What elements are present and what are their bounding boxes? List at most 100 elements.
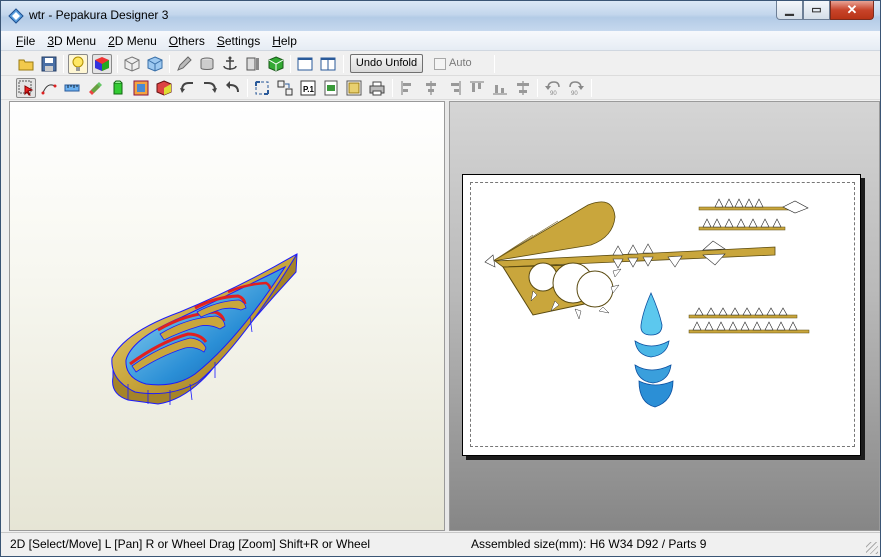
pencil-icon bbox=[177, 56, 192, 71]
dual-pane-icon bbox=[320, 57, 336, 71]
edit-tool-button[interactable] bbox=[174, 54, 194, 74]
white-cube-icon bbox=[124, 56, 140, 72]
auto-checkbox[interactable] bbox=[434, 58, 446, 70]
anchor-button[interactable] bbox=[220, 54, 240, 74]
save-button[interactable] bbox=[39, 54, 59, 74]
align-left-icon bbox=[401, 81, 411, 95]
unfold-button[interactable] bbox=[266, 54, 286, 74]
3d-view-pane[interactable] bbox=[9, 101, 445, 531]
lighting-toggle[interactable] bbox=[68, 54, 88, 74]
single-pane-icon bbox=[297, 57, 313, 71]
pattern-piece-fan[interactable] bbox=[492, 201, 616, 262]
select-move-icon bbox=[18, 80, 34, 96]
paint-button[interactable] bbox=[85, 78, 105, 98]
cylinder-button[interactable] bbox=[197, 54, 217, 74]
blue-cube-icon bbox=[147, 56, 163, 72]
distribute-vertical-button[interactable] bbox=[513, 78, 533, 98]
rotate-90-right-button[interactable]: 90 bbox=[566, 78, 586, 98]
curve-edit-button[interactable] bbox=[39, 78, 59, 98]
single-view-button[interactable] bbox=[295, 54, 315, 74]
close-icon: ✕ bbox=[846, 2, 858, 17]
pattern-water-pieces[interactable] bbox=[634, 292, 674, 408]
page-number-button[interactable]: P.1 bbox=[298, 78, 318, 98]
flap-button[interactable] bbox=[108, 78, 128, 98]
page-number-text: P.1 bbox=[303, 85, 315, 94]
menu-file[interactable]: File bbox=[10, 31, 41, 51]
rotate-90-right-icon: 90 bbox=[569, 81, 584, 96]
align-center-icon bbox=[426, 81, 436, 95]
dual-view-button[interactable] bbox=[318, 54, 338, 74]
wireframe-button[interactable] bbox=[122, 54, 142, 74]
zoom-fit-button[interactable] bbox=[252, 78, 272, 98]
ruler-button[interactable] bbox=[62, 78, 82, 98]
rotate-cw-icon bbox=[204, 82, 217, 93]
undo-unfold-button[interactable]: Undo Unfold bbox=[350, 54, 423, 73]
anchor-icon bbox=[223, 56, 237, 70]
pattern-gear-pieces[interactable] bbox=[502, 262, 614, 316]
menu-bar: File 3D Menu 2D Menu Others Settings Hel… bbox=[1, 31, 880, 51]
maximize-button[interactable]: ▭ bbox=[803, 1, 830, 20]
print-icon bbox=[369, 81, 385, 96]
2d-view-pane[interactable] bbox=[449, 101, 880, 531]
align-center-button[interactable] bbox=[421, 78, 441, 98]
page-flip-button[interactable] bbox=[243, 54, 263, 74]
rotate-right-button[interactable] bbox=[200, 78, 220, 98]
minimize-icon: ▁ bbox=[785, 4, 794, 16]
rotate-ccw-icon bbox=[180, 82, 193, 93]
title-bar[interactable]: wtr - Pepakura Designer 3 ▁ ▭ ✕ bbox=[1, 1, 880, 31]
menu-settings[interactable]: Settings bbox=[211, 31, 266, 51]
window-title: wtr - Pepakura Designer 3 bbox=[29, 8, 169, 22]
pepakura-app-icon[interactable] bbox=[7, 7, 25, 25]
distribute-button[interactable] bbox=[490, 78, 510, 98]
2d-pattern-canvas[interactable] bbox=[463, 175, 862, 457]
shaded-button[interactable] bbox=[145, 54, 165, 74]
export-image-button[interactable] bbox=[321, 78, 341, 98]
rotate-90-left-button[interactable]: 90 bbox=[543, 78, 563, 98]
select-move-button[interactable] bbox=[16, 78, 36, 98]
save-icon bbox=[41, 56, 57, 72]
window-controls: ▁ ▭ ✕ bbox=[776, 1, 874, 21]
undo-button[interactable] bbox=[223, 78, 243, 98]
texture-button[interactable] bbox=[131, 78, 151, 98]
app-window: wtr - Pepakura Designer 3 ▁ ▭ ✕ File 3D … bbox=[0, 0, 881, 557]
distribute-icon bbox=[493, 85, 507, 95]
join-button[interactable] bbox=[154, 78, 174, 98]
minimize-button[interactable]: ▁ bbox=[776, 1, 803, 20]
export-image-icon bbox=[324, 80, 338, 96]
color-cube-icon bbox=[95, 57, 109, 71]
edit-toolbar: P.1 90 90 bbox=[1, 76, 880, 100]
rotate-left-button[interactable] bbox=[177, 78, 197, 98]
3d-model-canvas[interactable] bbox=[10, 102, 446, 532]
menu-2d[interactable]: 2D Menu bbox=[102, 31, 163, 51]
paper-sheet bbox=[462, 174, 861, 456]
align-left-button[interactable] bbox=[398, 78, 418, 98]
texture-toggle[interactable] bbox=[92, 54, 112, 74]
rotate-90-left-icon: 90 bbox=[545, 81, 560, 96]
undo-arrow-icon bbox=[226, 81, 239, 93]
resize-grip[interactable] bbox=[866, 542, 878, 554]
align-top-button[interactable] bbox=[467, 78, 487, 98]
join-icon bbox=[156, 80, 172, 96]
status-assembled-size: Assembled size(mm): H6 W34 D92 / Parts 9 bbox=[471, 537, 707, 551]
settings-sheet-button[interactable] bbox=[344, 78, 364, 98]
menu-others[interactable]: Others bbox=[163, 31, 211, 51]
ruler-icon bbox=[64, 84, 80, 92]
svg-text:90: 90 bbox=[550, 91, 557, 96]
pattern-spiked-strips[interactable] bbox=[688, 198, 810, 334]
page-number-icon: P.1 bbox=[300, 80, 316, 96]
align-top-icon bbox=[470, 81, 484, 92]
menu-3d[interactable]: 3D Menu bbox=[41, 31, 102, 51]
print-button[interactable] bbox=[367, 78, 387, 98]
light-bulb-icon bbox=[72, 56, 84, 71]
flap-icon bbox=[113, 80, 123, 95]
open-folder-icon bbox=[18, 59, 34, 71]
texture-icon bbox=[133, 80, 149, 96]
arrange-button[interactable] bbox=[275, 78, 295, 98]
open-button[interactable] bbox=[16, 54, 36, 74]
main-toolbar: Undo Unfold Auto bbox=[1, 52, 880, 76]
menu-help[interactable]: Help bbox=[266, 31, 303, 51]
align-right-button[interactable] bbox=[444, 78, 464, 98]
close-button[interactable]: ✕ bbox=[830, 1, 874, 20]
print-preview-icon bbox=[346, 80, 362, 96]
status-bar: 2D [Select/Move] L [Pan] R or Wheel Drag… bbox=[1, 532, 880, 556]
